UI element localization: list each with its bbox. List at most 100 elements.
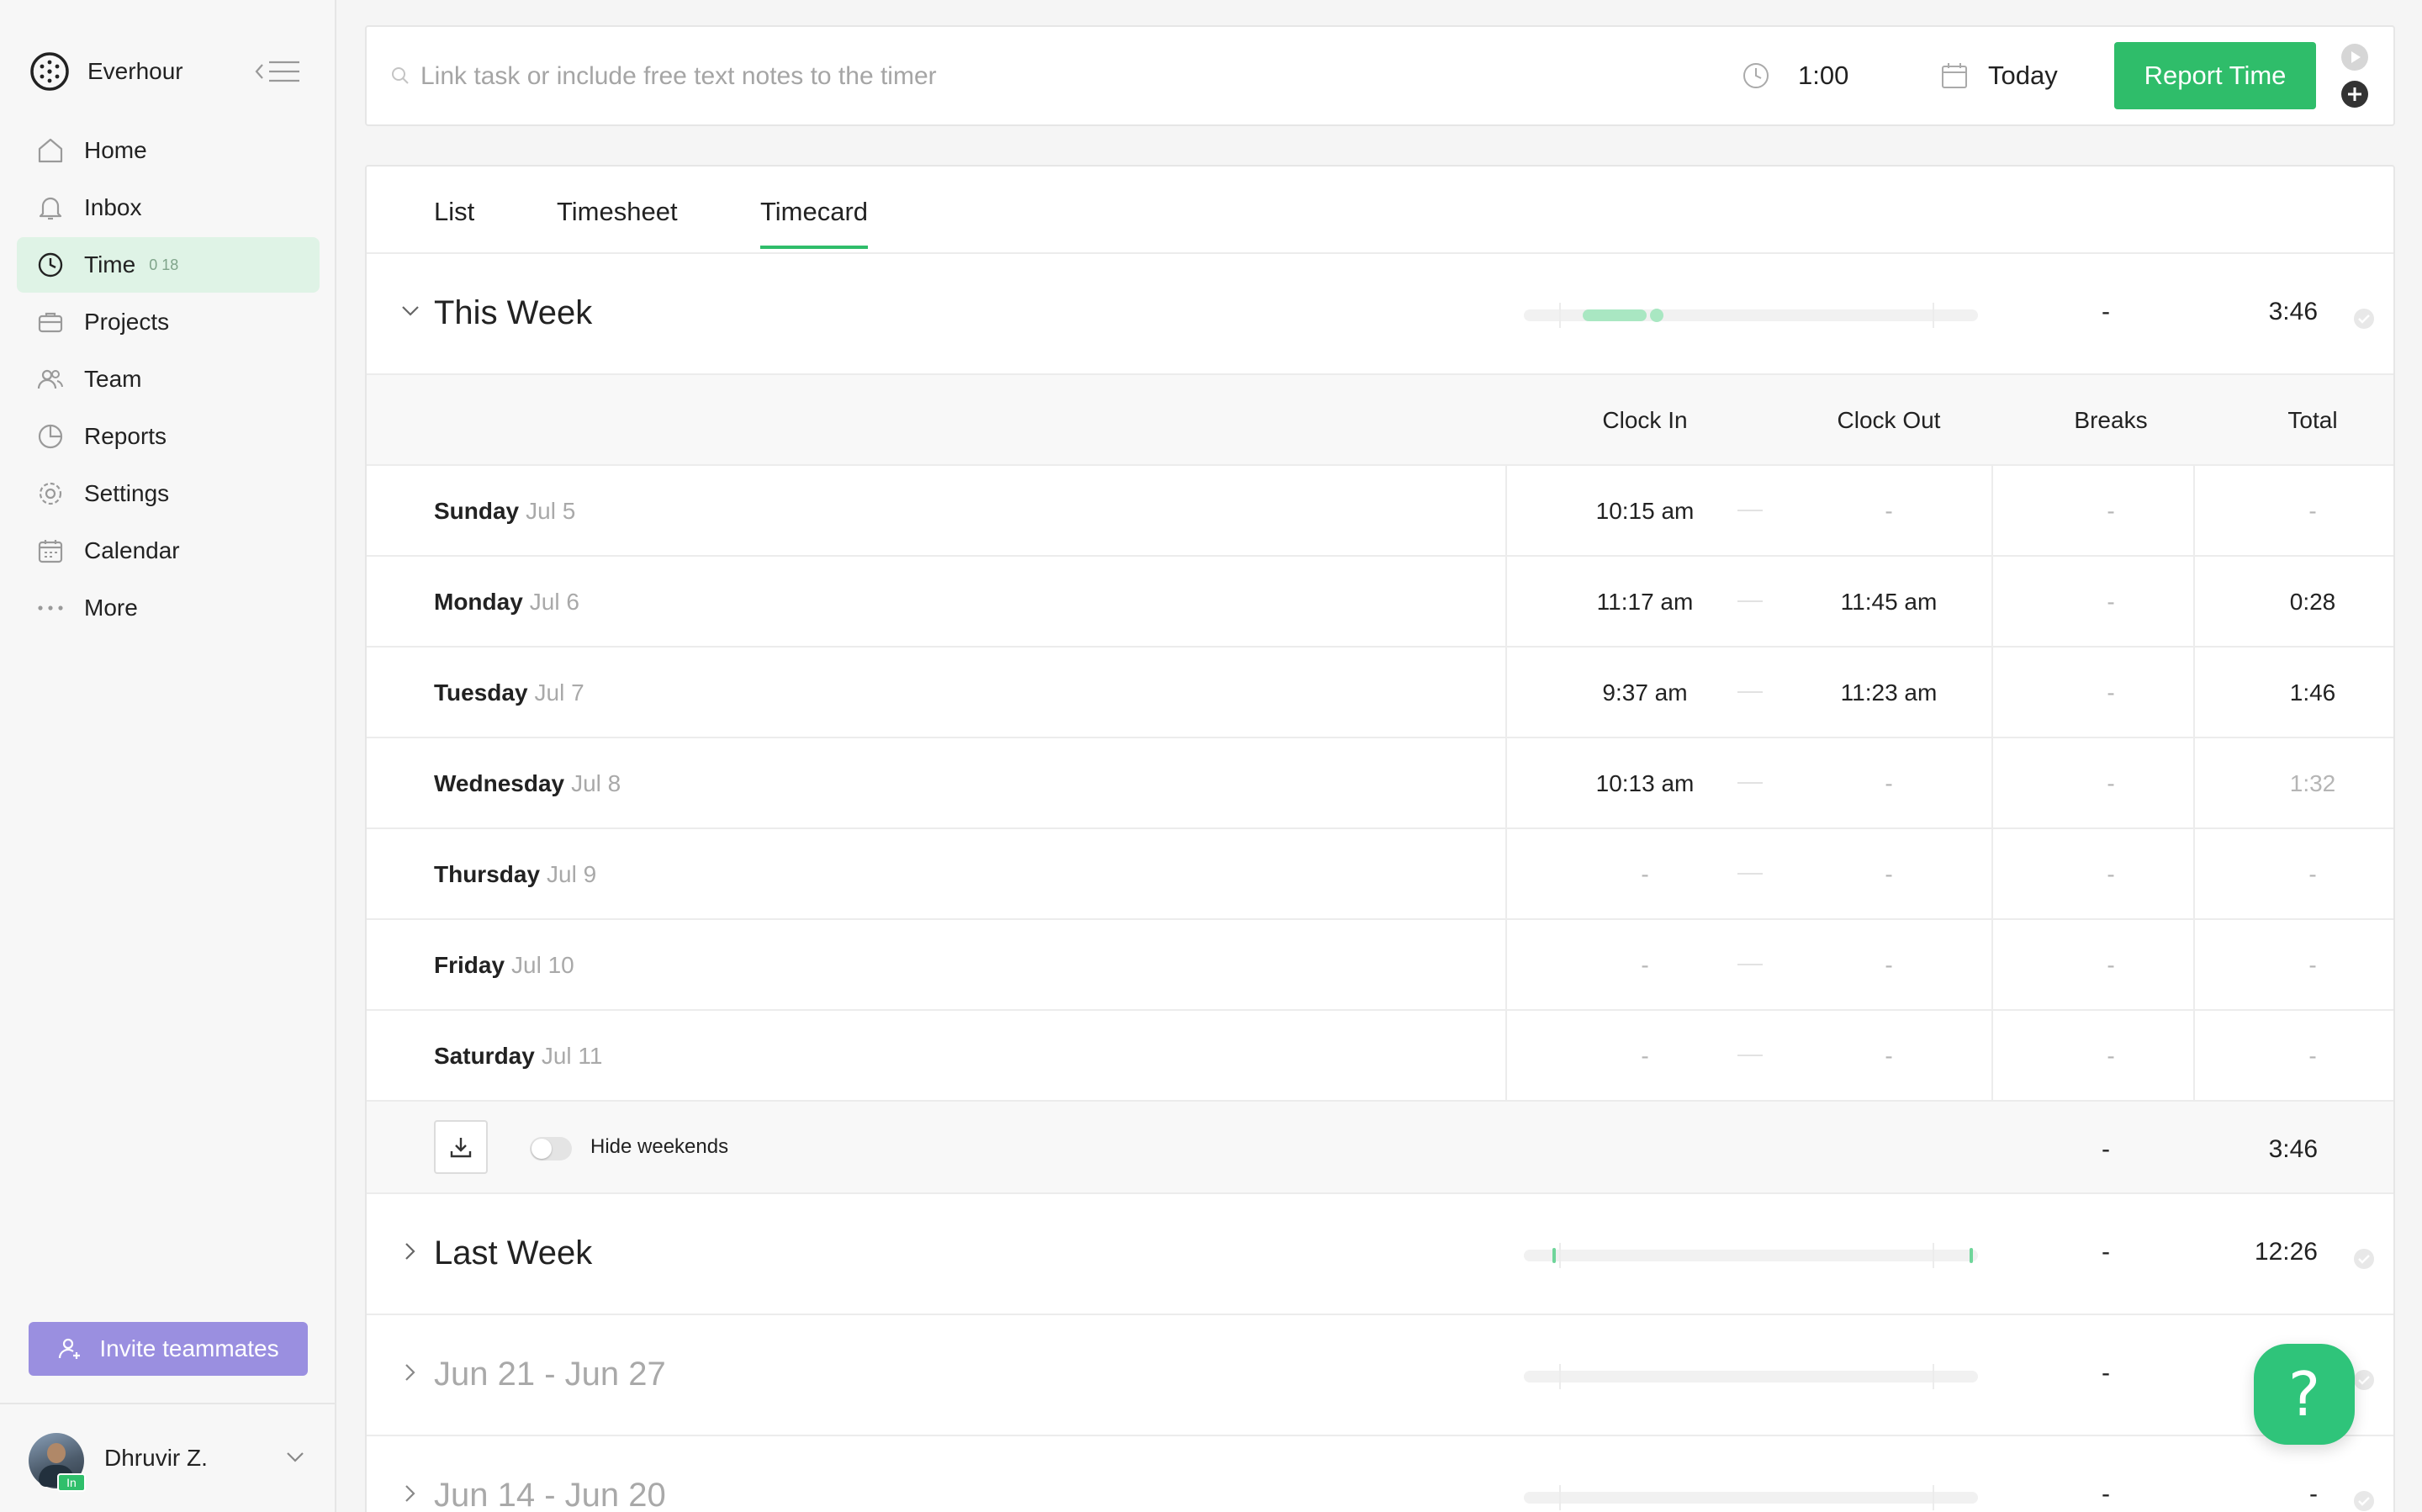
sidebar-item-reports[interactable]: Reports — [17, 409, 320, 464]
week-row-jun-14[interactable]: Jun 14 - Jun 20 - - — [367, 1436, 2393, 1512]
tab-timesheet[interactable]: Timesheet — [557, 197, 678, 246]
clock-out-cell[interactable]: - — [1796, 1043, 1981, 1070]
invite-teammates-button[interactable]: Invite teammates — [29, 1322, 308, 1376]
clock-in-cell[interactable]: 11:17 am — [1561, 589, 1729, 616]
week-progress-bar — [1524, 1485, 1978, 1510]
day-label: Sunday Jul 5 — [434, 498, 576, 524]
tab-list[interactable]: List — [434, 197, 474, 246]
check-circle-icon[interactable] — [2353, 1369, 2375, 1391]
table-row[interactable]: Monday Jul 6 11:17 am 11:45 am - 0:28 — [367, 557, 2393, 648]
clock-out-cell[interactable]: 11:45 am — [1796, 589, 1981, 616]
clock-in-cell[interactable]: - — [1561, 1043, 1729, 1070]
sidebar-item-settings[interactable]: Settings — [17, 466, 320, 521]
clock-in-cell[interactable]: 10:15 am — [1561, 498, 1729, 525]
week-title: This Week — [434, 294, 593, 331]
clock-out-cell[interactable]: 11:23 am — [1796, 679, 1981, 706]
table-row[interactable]: Wednesday Jul 8 10:13 am - - 1:32 — [367, 738, 2393, 829]
avatar: In — [29, 1433, 86, 1492]
table-row[interactable]: Tuesday Jul 7 9:37 am 11:23 am - 1:46 — [367, 648, 2393, 738]
week-title: Jun 21 - Jun 27 — [434, 1356, 666, 1393]
plus-icon[interactable] — [2340, 79, 2370, 109]
chevron-right-icon[interactable] — [404, 1362, 417, 1382]
help-button[interactable]: ? — [2254, 1344, 2355, 1445]
chevron-right-icon[interactable] — [404, 1483, 417, 1504]
clock-in-cell[interactable]: - — [1561, 952, 1729, 979]
sidebar-item-calendar[interactable]: Calendar — [17, 523, 320, 579]
footer-total: 3:46 — [2268, 1135, 2318, 1163]
sidebar-item-label: Team — [84, 366, 142, 392]
clock-out-cell[interactable]: - — [1796, 770, 1981, 797]
week-breaks: - — [2102, 1238, 2110, 1266]
total-cell: - — [2308, 952, 2317, 978]
clock-out-cell[interactable]: - — [1796, 498, 1981, 525]
clock-icon — [35, 250, 66, 280]
table-row[interactable]: Saturday Jul 11 - - - - — [367, 1011, 2393, 1102]
week-row-jun-21[interactable]: Jun 21 - Jun 27 - — [367, 1315, 2393, 1436]
day-date: Jul 9 — [547, 861, 597, 887]
check-circle-icon[interactable] — [2353, 1490, 2375, 1512]
timer-task-input[interactable] — [420, 56, 1514, 98]
collapse-sidebar-icon[interactable] — [254, 59, 301, 84]
breaks-cell: - — [2107, 679, 2115, 706]
day-label: Monday Jul 6 — [434, 589, 579, 615]
sidebar-item-team[interactable]: Team — [17, 352, 320, 407]
clock-in-cell[interactable]: 10:13 am — [1561, 770, 1729, 797]
sidebar-item-more[interactable]: More — [17, 580, 320, 636]
day-label: Friday Jul 10 — [434, 952, 574, 978]
week-row-this-week[interactable]: This Week - 3:46 — [367, 254, 2393, 375]
clock-out-cell[interactable]: - — [1796, 952, 1981, 979]
sidebar-nav: Home Inbox Time 0 18 Projects Team Repor… — [17, 123, 320, 637]
check-circle-icon[interactable] — [2353, 308, 2375, 330]
week-title: Jun 14 - Jun 20 — [434, 1477, 666, 1512]
sidebar: Everhour Home Inbox Time 0 18 Projects T… — [0, 0, 336, 1512]
calendar-icon — [1942, 63, 1967, 88]
more-dots-icon — [35, 593, 66, 623]
breaks-cell: - — [2107, 498, 2115, 524]
breaks-cell: - — [2107, 770, 2115, 796]
timer-duration[interactable]: 1:00 — [1798, 61, 1848, 91]
view-tabs: List Timesheet Timecard — [367, 167, 2393, 254]
timer-date[interactable]: Today — [1988, 61, 2058, 91]
download-button[interactable] — [434, 1120, 488, 1174]
play-icon[interactable] — [2340, 42, 2370, 72]
app-name: Everhour — [87, 58, 183, 84]
sidebar-item-label: Inbox — [84, 194, 142, 220]
check-circle-icon[interactable] — [2353, 1248, 2375, 1270]
sidebar-item-home[interactable]: Home — [17, 123, 320, 178]
chevron-right-icon[interactable] — [404, 1241, 417, 1261]
gear-icon — [35, 478, 66, 509]
table-row[interactable]: Sunday Jul 5 10:15 am - - - — [367, 466, 2393, 557]
briefcase-icon — [35, 307, 66, 337]
week-progress-bar — [1524, 1243, 1978, 1268]
clock-out-cell[interactable]: - — [1796, 861, 1981, 888]
timecard-header-row: Clock In Clock Out Breaks Total — [367, 375, 2393, 466]
sidebar-item-label: More — [84, 595, 138, 621]
table-row[interactable]: Friday Jul 10 - - - - — [367, 920, 2393, 1011]
sidebar-item-projects[interactable]: Projects — [17, 294, 320, 350]
clock-in-cell[interactable]: 9:37 am — [1561, 679, 1729, 706]
time-badge: 0 18 — [149, 256, 179, 273]
hide-weekends-toggle[interactable] — [530, 1137, 572, 1160]
sidebar-item-label: Home — [84, 137, 147, 163]
user-menu[interactable]: In Dhruvir Z. — [0, 1403, 336, 1512]
chevron-down-icon[interactable] — [286, 1451, 304, 1463]
week-breaks: - — [2102, 1480, 2110, 1508]
chevron-down-icon[interactable] — [400, 304, 420, 318]
sidebar-item-label: Settings — [84, 480, 170, 506]
clock-in-cell[interactable]: - — [1561, 861, 1729, 888]
sidebar-item-inbox[interactable]: Inbox — [17, 180, 320, 235]
day-date: Jul 8 — [571, 770, 621, 796]
table-row[interactable]: Thursday Jul 9 - - - - — [367, 829, 2393, 920]
total-cell: - — [2308, 498, 2317, 524]
timecard-footer: Hide weekends - 3:46 — [367, 1102, 2393, 1194]
sidebar-item-time[interactable]: Time 0 18 — [17, 237, 320, 293]
brand[interactable]: Everhour — [29, 50, 183, 93]
day-label: Thursday Jul 9 — [434, 861, 597, 887]
calendar-icon — [35, 536, 66, 566]
week-breaks: - — [2102, 1359, 2110, 1387]
week-breaks: - — [2102, 298, 2110, 325]
week-row-last-week[interactable]: Last Week - 12:26 — [367, 1194, 2393, 1315]
report-time-button[interactable]: Report Time — [2114, 42, 2316, 109]
breaks-cell: - — [2107, 589, 2115, 615]
tab-timecard[interactable]: Timecard — [760, 197, 869, 249]
